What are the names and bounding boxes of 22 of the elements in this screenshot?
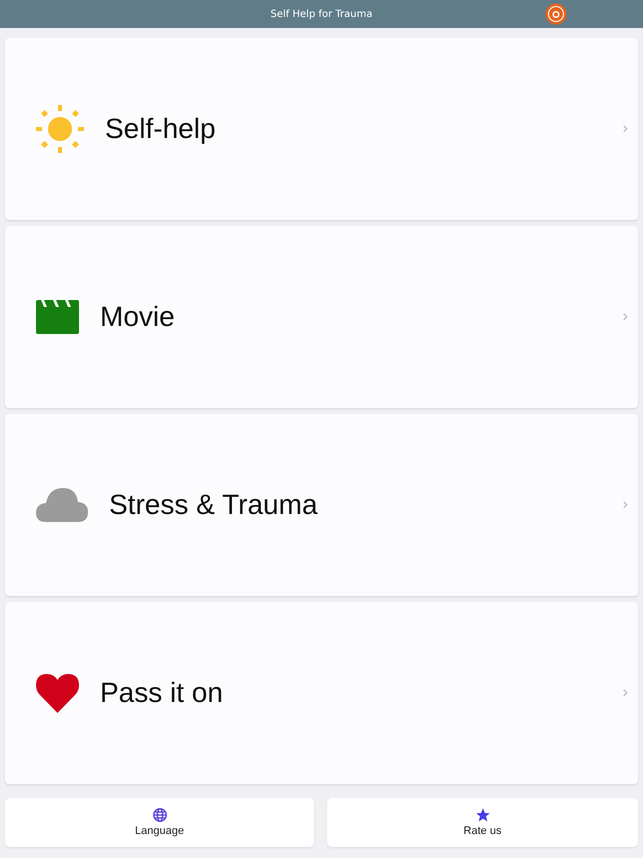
language-button[interactable]: Language [5,798,314,847]
menu-label: Stress & Trauma [109,489,319,521]
cloud-icon [36,488,88,522]
menu-label: Movie [100,301,176,333]
menu-label: Pass it on [100,677,224,709]
globe-icon [152,808,166,822]
menu-card[interactable]: Self-help › [5,38,638,220]
menu-card[interactable]: Pass it on › [5,602,638,784]
menu-card[interactable]: Movie › [5,226,638,408]
heart-icon [36,674,79,712]
chevron: › [622,684,628,702]
chevron: › [622,120,628,138]
logo-icon [545,3,567,25]
chevron: › [622,496,628,514]
sun-icon [36,105,84,153]
chevron: › [622,308,628,326]
menu-card[interactable]: Stress & Trauma › [5,414,638,596]
menu-label: Self-help [105,113,217,145]
clapperboard-icon [36,300,79,334]
app-title: Self Help for Trauma [270,8,372,20]
star-icon [476,808,490,822]
rate-button[interactable]: Rate us [327,798,638,847]
